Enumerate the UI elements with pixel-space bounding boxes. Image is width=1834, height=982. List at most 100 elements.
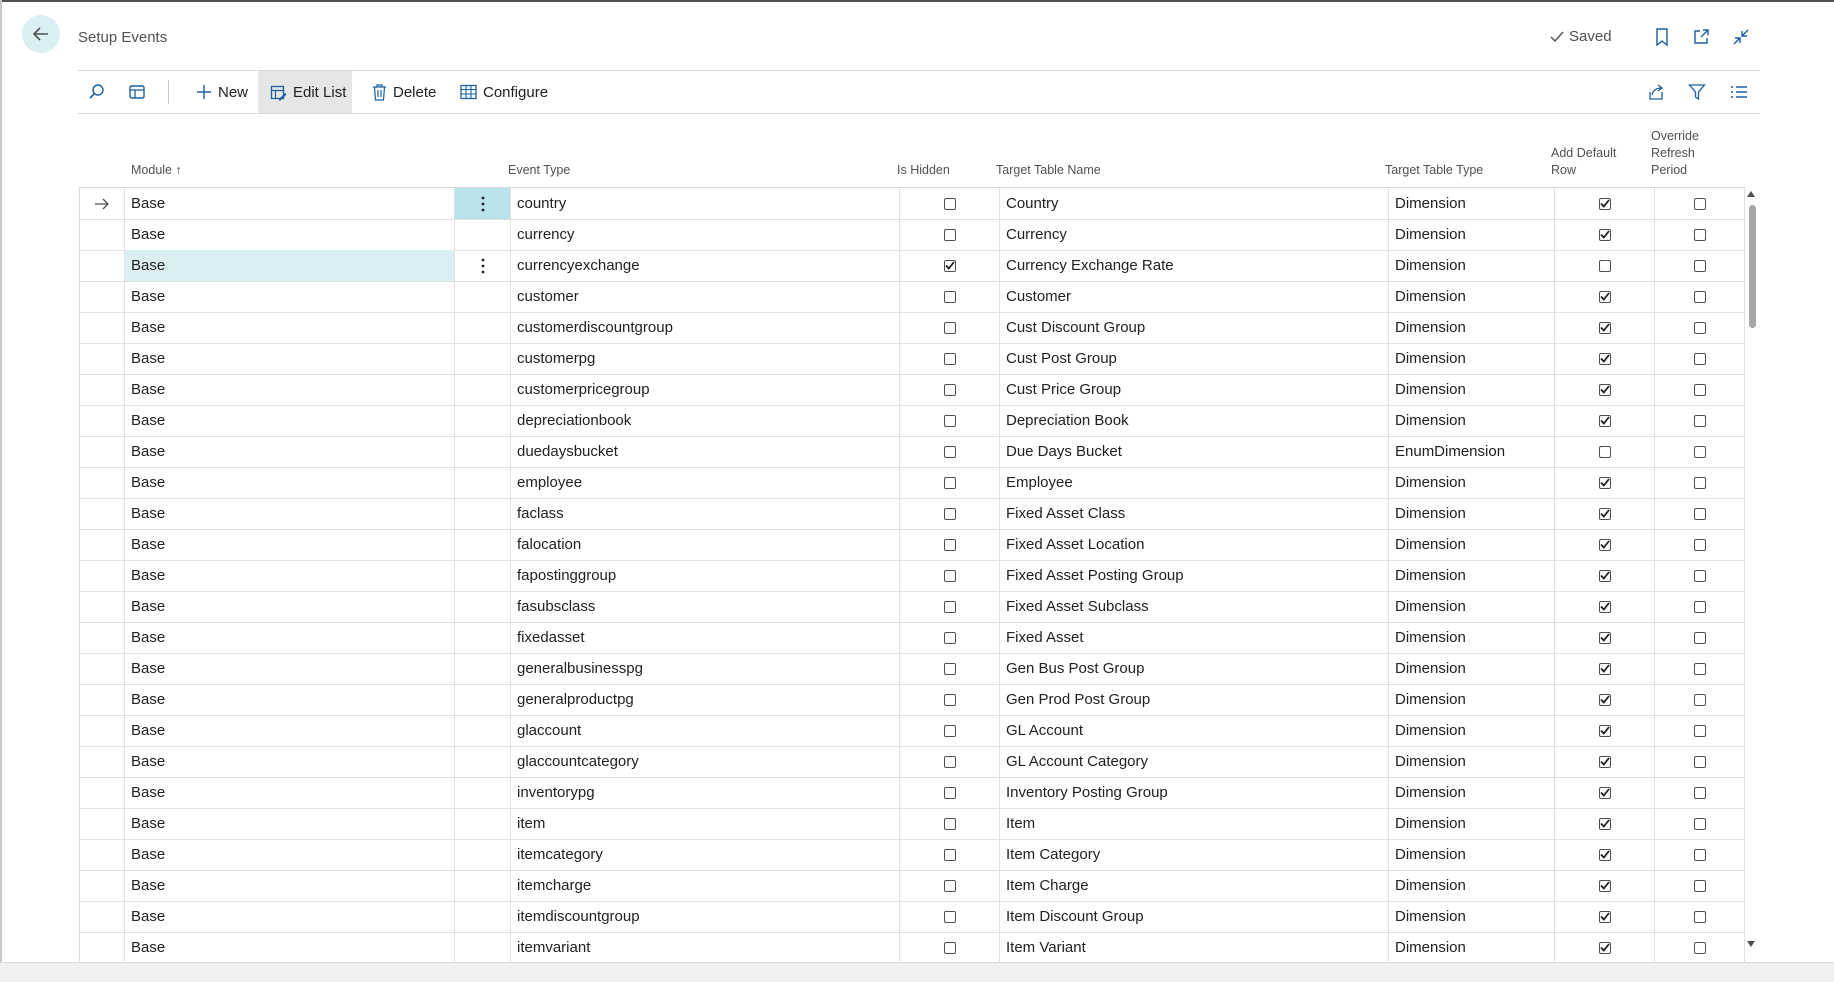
target-table-type-cell[interactable]: Dimension [1389,777,1555,808]
delete-button[interactable]: Delete [368,71,440,113]
add-default-row-checkbox[interactable] [1598,569,1611,582]
override-refresh-period-checkbox[interactable] [1693,445,1706,458]
override-refresh-period-checkbox[interactable] [1693,538,1706,551]
event-type-cell[interactable]: currency [511,219,900,250]
add-default-row-checkbox[interactable] [1598,476,1611,489]
table-row[interactable]: Base currency Currency Dimension [80,219,1745,251]
column-header-target-table-name[interactable]: Target Table Name [996,162,1101,179]
module-cell[interactable]: Base [125,374,455,405]
add-default-row-checkbox[interactable] [1598,910,1611,923]
event-type-cell[interactable]: fasubsclass [511,591,900,622]
add-default-row-checkbox[interactable] [1598,879,1611,892]
row-actions-cell[interactable] [455,870,511,901]
row-marker-cell[interactable] [80,250,125,281]
row-marker-cell[interactable] [80,746,125,777]
table-row[interactable]: Base customer Customer Dimension [80,281,1745,313]
row-marker-cell[interactable] [80,467,125,498]
target-table-type-cell[interactable]: Dimension [1389,312,1555,343]
row-actions-cell[interactable] [455,374,511,405]
event-type-cell[interactable]: itemvariant [511,932,900,963]
override-refresh-period-checkbox[interactable] [1693,507,1706,520]
view-layout-button[interactable] [128,71,154,113]
add-default-row-checkbox[interactable] [1598,786,1611,799]
table-row[interactable]: Base duedaysbucket Due Days Bucket EnumDime… [80,436,1745,468]
module-cell[interactable]: Base [125,529,455,560]
target-table-type-cell[interactable]: Dimension [1389,498,1555,529]
table-row[interactable]: Base generalproductpg Gen Prod Post Group D… [80,684,1745,716]
module-cell[interactable]: Base [125,746,455,777]
event-type-cell[interactable]: itemcategory [511,839,900,870]
row-marker-cell[interactable] [80,312,125,343]
is-hidden-checkbox[interactable] [943,941,956,954]
row-actions-cell[interactable] [455,808,511,839]
table-row[interactable]: Base inventorypg Inventory Posting Group Di… [80,777,1745,809]
table-row[interactable]: Base customerpricegroup Cust Price Group Di… [80,374,1745,406]
override-refresh-period-checkbox[interactable] [1693,724,1706,737]
row-actions-cell[interactable] [455,715,511,746]
row-marker-cell[interactable] [80,219,125,250]
add-default-row-checkbox[interactable] [1598,228,1611,241]
target-table-name-cell[interactable]: Due Days Bucket [1000,436,1389,467]
override-refresh-period-checkbox[interactable] [1693,569,1706,582]
is-hidden-checkbox[interactable] [943,693,956,706]
is-hidden-checkbox[interactable] [943,848,956,861]
is-hidden-checkbox[interactable] [943,600,956,613]
target-table-name-cell[interactable]: Fixed Asset Location [1000,529,1389,560]
event-type-cell[interactable]: duedaysbucket [511,436,900,467]
table-row[interactable]: Base faclass Fixed Asset Class Dimension [80,498,1745,530]
event-type-cell[interactable]: faclass [511,498,900,529]
override-refresh-period-checkbox[interactable] [1693,631,1706,644]
module-cell[interactable]: Base [125,715,455,746]
event-type-cell[interactable]: generalbusinesspg [511,653,900,684]
row-marker-cell[interactable] [80,808,125,839]
override-refresh-period-checkbox[interactable] [1693,414,1706,427]
row-actions-cell[interactable] [455,250,511,281]
table-row[interactable]: Base fapostinggroup Fixed Asset Posting Gr… [80,560,1745,592]
add-default-row-checkbox[interactable] [1598,538,1611,551]
target-table-name-cell[interactable]: GL Account Category [1000,746,1389,777]
list-view-button[interactable] [1730,71,1754,113]
module-cell[interactable]: Base [125,312,455,343]
override-refresh-period-checkbox[interactable] [1693,879,1706,892]
module-cell[interactable]: Base [125,219,455,250]
row-actions-cell[interactable] [455,188,511,219]
is-hidden-checkbox[interactable] [943,383,956,396]
target-table-type-cell[interactable]: Dimension [1389,901,1555,932]
event-type-cell[interactable]: customerpricegroup [511,374,900,405]
table-row[interactable]: Base employee Employee Dimension [80,467,1745,499]
override-refresh-period-checkbox[interactable] [1693,941,1706,954]
event-type-cell[interactable]: itemdiscountgroup [511,901,900,932]
target-table-type-cell[interactable]: Dimension [1389,188,1555,219]
table-row[interactable]: Base glaccountcategory GL Account Category… [80,746,1745,778]
add-default-row-checkbox[interactable] [1598,662,1611,675]
event-type-cell[interactable]: customer [511,281,900,312]
target-table-type-cell[interactable]: Dimension [1389,281,1555,312]
target-table-name-cell[interactable]: Fixed Asset Posting Group [1000,560,1389,591]
scrollbar-thumb[interactable] [1749,205,1756,328]
module-cell[interactable]: Base [125,808,455,839]
table-row[interactable]: Base fixedasset Fixed Asset Dimension [80,622,1745,654]
target-table-name-cell[interactable]: Cust Price Group [1000,374,1389,405]
add-default-row-checkbox[interactable] [1598,631,1611,644]
module-cell[interactable]: Base [125,777,455,808]
is-hidden-checkbox[interactable] [943,817,956,830]
row-actions-cell[interactable] [455,901,511,932]
add-default-row-checkbox[interactable] [1598,197,1611,210]
row-actions-cell[interactable] [455,591,511,622]
row-actions-cell[interactable] [455,281,511,312]
add-default-row-checkbox[interactable] [1598,817,1611,830]
edit-list-button[interactable]: Edit List [258,71,352,113]
row-actions-cell[interactable] [455,684,511,715]
module-cell[interactable]: Base [125,653,455,684]
is-hidden-checkbox[interactable] [943,414,956,427]
add-default-row-checkbox[interactable] [1598,383,1611,396]
target-table-name-cell[interactable]: Fixed Asset [1000,622,1389,653]
table-row[interactable]: Base item Item Dimension [80,808,1745,840]
override-refresh-period-checkbox[interactable] [1693,693,1706,706]
row-marker-cell[interactable] [80,901,125,932]
is-hidden-checkbox[interactable] [943,445,956,458]
add-default-row-checkbox[interactable] [1598,600,1611,613]
column-header-event-type[interactable]: Event Type [508,162,570,179]
override-refresh-period-checkbox[interactable] [1693,383,1706,396]
target-table-type-cell[interactable]: Dimension [1389,932,1555,963]
